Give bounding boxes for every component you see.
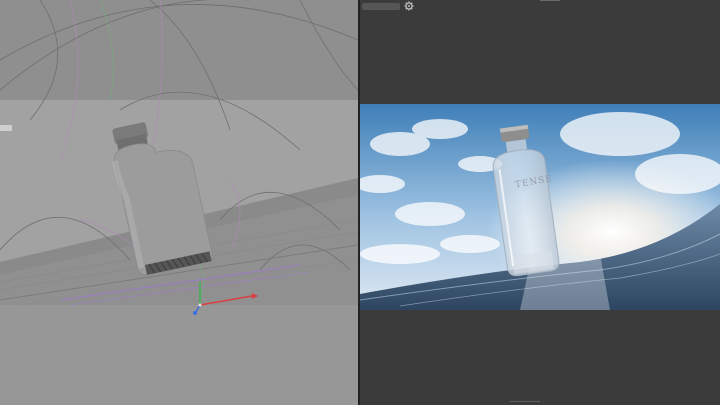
render-toolbar: [360, 0, 720, 12]
viewport-scene: [0, 0, 358, 405]
render-select[interactable]: [362, 2, 400, 10]
viewport-side-marker[interactable]: [0, 125, 12, 131]
panel-bottom-tick: [510, 401, 540, 402]
gear-icon[interactable]: [404, 1, 414, 11]
render-panel: TENSE: [360, 0, 720, 405]
panel-top-tick: [540, 0, 560, 1]
viewport-3d[interactable]: [0, 0, 358, 405]
render-scene: [360, 104, 720, 310]
render-image: TENSE: [360, 104, 720, 310]
